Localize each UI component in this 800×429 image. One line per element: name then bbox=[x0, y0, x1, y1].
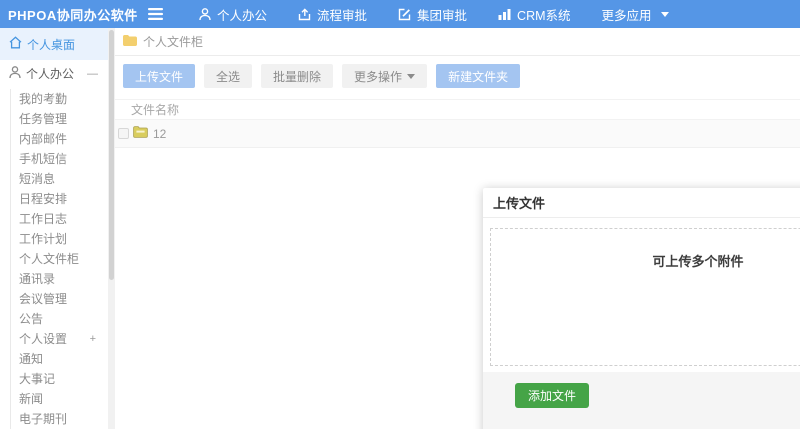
sidebar-item-schedule[interactable]: 日程安排 bbox=[19, 189, 108, 209]
expand-plus-icon[interactable]: + bbox=[90, 329, 96, 349]
add-file-button[interactable]: 添加文件 bbox=[515, 383, 590, 408]
nav-label: 个人办公 bbox=[217, 8, 268, 23]
sidebar: 个人桌面 个人办公 — 我的考勤 任务管理 内部邮件 手机短信 短消息 日程安排… bbox=[0, 28, 108, 429]
dialog-footer: 添加文件 bbox=[483, 372, 800, 429]
breadcrumb-label: 个人文件柜 bbox=[143, 35, 204, 49]
sidebar-item-tasks[interactable]: 任务管理 bbox=[19, 109, 108, 129]
dropzone-hint: 可上传多个附件 bbox=[652, 254, 744, 269]
more-actions-label: 更多操作 bbox=[354, 69, 403, 84]
sidebar-item-notifications[interactable]: 通知 bbox=[19, 349, 108, 369]
dialog-header: 上传文件 bbox=[483, 188, 800, 218]
sidebar-item-label: 个人桌面 bbox=[27, 37, 76, 52]
file-name-column-header: 文件名称 bbox=[131, 103, 180, 117]
file-table: 文件名称 12 bbox=[115, 99, 800, 148]
nav-label: 更多应用 bbox=[601, 8, 652, 23]
sidebar-item-short-message[interactable]: 短消息 bbox=[19, 169, 108, 189]
top-nav-items: 个人办公 流程审批 集团审批 CRM系统 更多应用 bbox=[199, 5, 669, 24]
sidebar-item-news[interactable]: 新闻 bbox=[19, 389, 108, 409]
sidebar-item-file-cabinet[interactable]: 个人文件柜 bbox=[19, 249, 108, 269]
file-name: 12 bbox=[153, 126, 167, 141]
folder-icon bbox=[123, 34, 137, 49]
sidebar-submenu: 我的考勤 任务管理 内部邮件 手机短信 短消息 日程安排 工作日志 工作计划 个… bbox=[10, 89, 108, 429]
sidebar-item-label: 个人办公 bbox=[26, 67, 75, 81]
sidebar-item-work-log[interactable]: 工作日志 bbox=[19, 209, 108, 229]
edit-square-icon bbox=[398, 8, 411, 21]
collapse-minus-icon[interactable]: — bbox=[87, 68, 98, 80]
nav-more-apps[interactable]: 更多应用 bbox=[602, 5, 669, 24]
sidebar-item-label: 个人设置 bbox=[19, 332, 68, 346]
sidebar-item-e-journal[interactable]: 电子期刊 bbox=[19, 409, 108, 429]
hamburger-menu-icon[interactable] bbox=[148, 8, 163, 20]
breadcrumb: 个人文件柜 bbox=[115, 28, 800, 56]
upload-dialog: 上传文件 可上传多个附件 添加文件 bbox=[483, 188, 800, 429]
sidebar-item-attendance[interactable]: 我的考勤 bbox=[19, 89, 108, 109]
bar-chart-icon bbox=[498, 8, 511, 20]
toolbar: 上传文件 全选 批量删除 更多操作 新建文件夹 bbox=[115, 56, 800, 94]
sidebar-item-office[interactable]: 个人办公 — bbox=[0, 60, 108, 87]
upload-file-button[interactable]: 上传文件 bbox=[123, 64, 196, 88]
sidebar-item-sms[interactable]: 手机短信 bbox=[19, 149, 108, 169]
nav-label: CRM系统 bbox=[517, 8, 571, 23]
nav-group-approval[interactable]: 集团审批 bbox=[398, 5, 467, 24]
nav-process-approval[interactable]: 流程审批 bbox=[298, 5, 367, 24]
sidebar-scrollbar bbox=[108, 28, 115, 429]
sidebar-item-announcements[interactable]: 公告 bbox=[19, 309, 108, 329]
sidebar-item-desktop[interactable]: 个人桌面 bbox=[0, 28, 108, 60]
top-navbar: PHPOA协同办公软件 个人办公 流程审批 集团审批 CRM系统 更多应用 bbox=[0, 0, 800, 28]
sidebar-item-events[interactable]: 大事记 bbox=[19, 369, 108, 389]
batch-delete-button[interactable]: 批量删除 bbox=[261, 64, 334, 88]
app-window: PHPOA协同办公软件 个人办公 流程审批 集团审批 CRM系统 更多应用 个人… bbox=[0, 0, 800, 429]
process-approval-icon bbox=[298, 7, 311, 21]
user-icon bbox=[9, 65, 21, 82]
nav-label: 流程审批 bbox=[317, 8, 368, 23]
sidebar-item-contacts[interactable]: 通讯录 bbox=[19, 269, 108, 289]
home-icon bbox=[9, 36, 22, 52]
select-all-button[interactable]: 全选 bbox=[204, 64, 253, 88]
table-header: 文件名称 bbox=[115, 99, 800, 120]
sidebar-item-meetings[interactable]: 会议管理 bbox=[19, 289, 108, 309]
dialog-body: 可上传多个附件 bbox=[483, 218, 800, 372]
caret-down-icon bbox=[660, 11, 669, 17]
caret-down-icon bbox=[407, 73, 416, 79]
nav-personal-office[interactable]: 个人办公 bbox=[199, 5, 267, 24]
upload-dropzone[interactable]: 可上传多个附件 bbox=[490, 228, 800, 366]
folder-icon bbox=[133, 126, 153, 141]
app-logo: PHPOA协同办公软件 bbox=[8, 7, 138, 23]
table-row[interactable]: 12 bbox=[115, 120, 800, 148]
sidebar-item-personal-settings[interactable]: 个人设置 + bbox=[19, 329, 108, 349]
sidebar-item-internal-mail[interactable]: 内部邮件 bbox=[19, 129, 108, 149]
scrollbar-thumb[interactable] bbox=[109, 30, 114, 280]
dialog-title: 上传文件 bbox=[493, 196, 546, 211]
new-folder-button[interactable]: 新建文件夹 bbox=[436, 64, 521, 88]
nav-label: 集团审批 bbox=[417, 8, 468, 23]
user-icon bbox=[199, 7, 211, 21]
more-actions-button[interactable]: 更多操作 bbox=[342, 64, 428, 88]
sidebar-item-work-plan[interactable]: 工作计划 bbox=[19, 229, 108, 249]
row-checkbox[interactable] bbox=[118, 128, 129, 139]
nav-crm-system[interactable]: CRM系统 bbox=[498, 5, 571, 24]
